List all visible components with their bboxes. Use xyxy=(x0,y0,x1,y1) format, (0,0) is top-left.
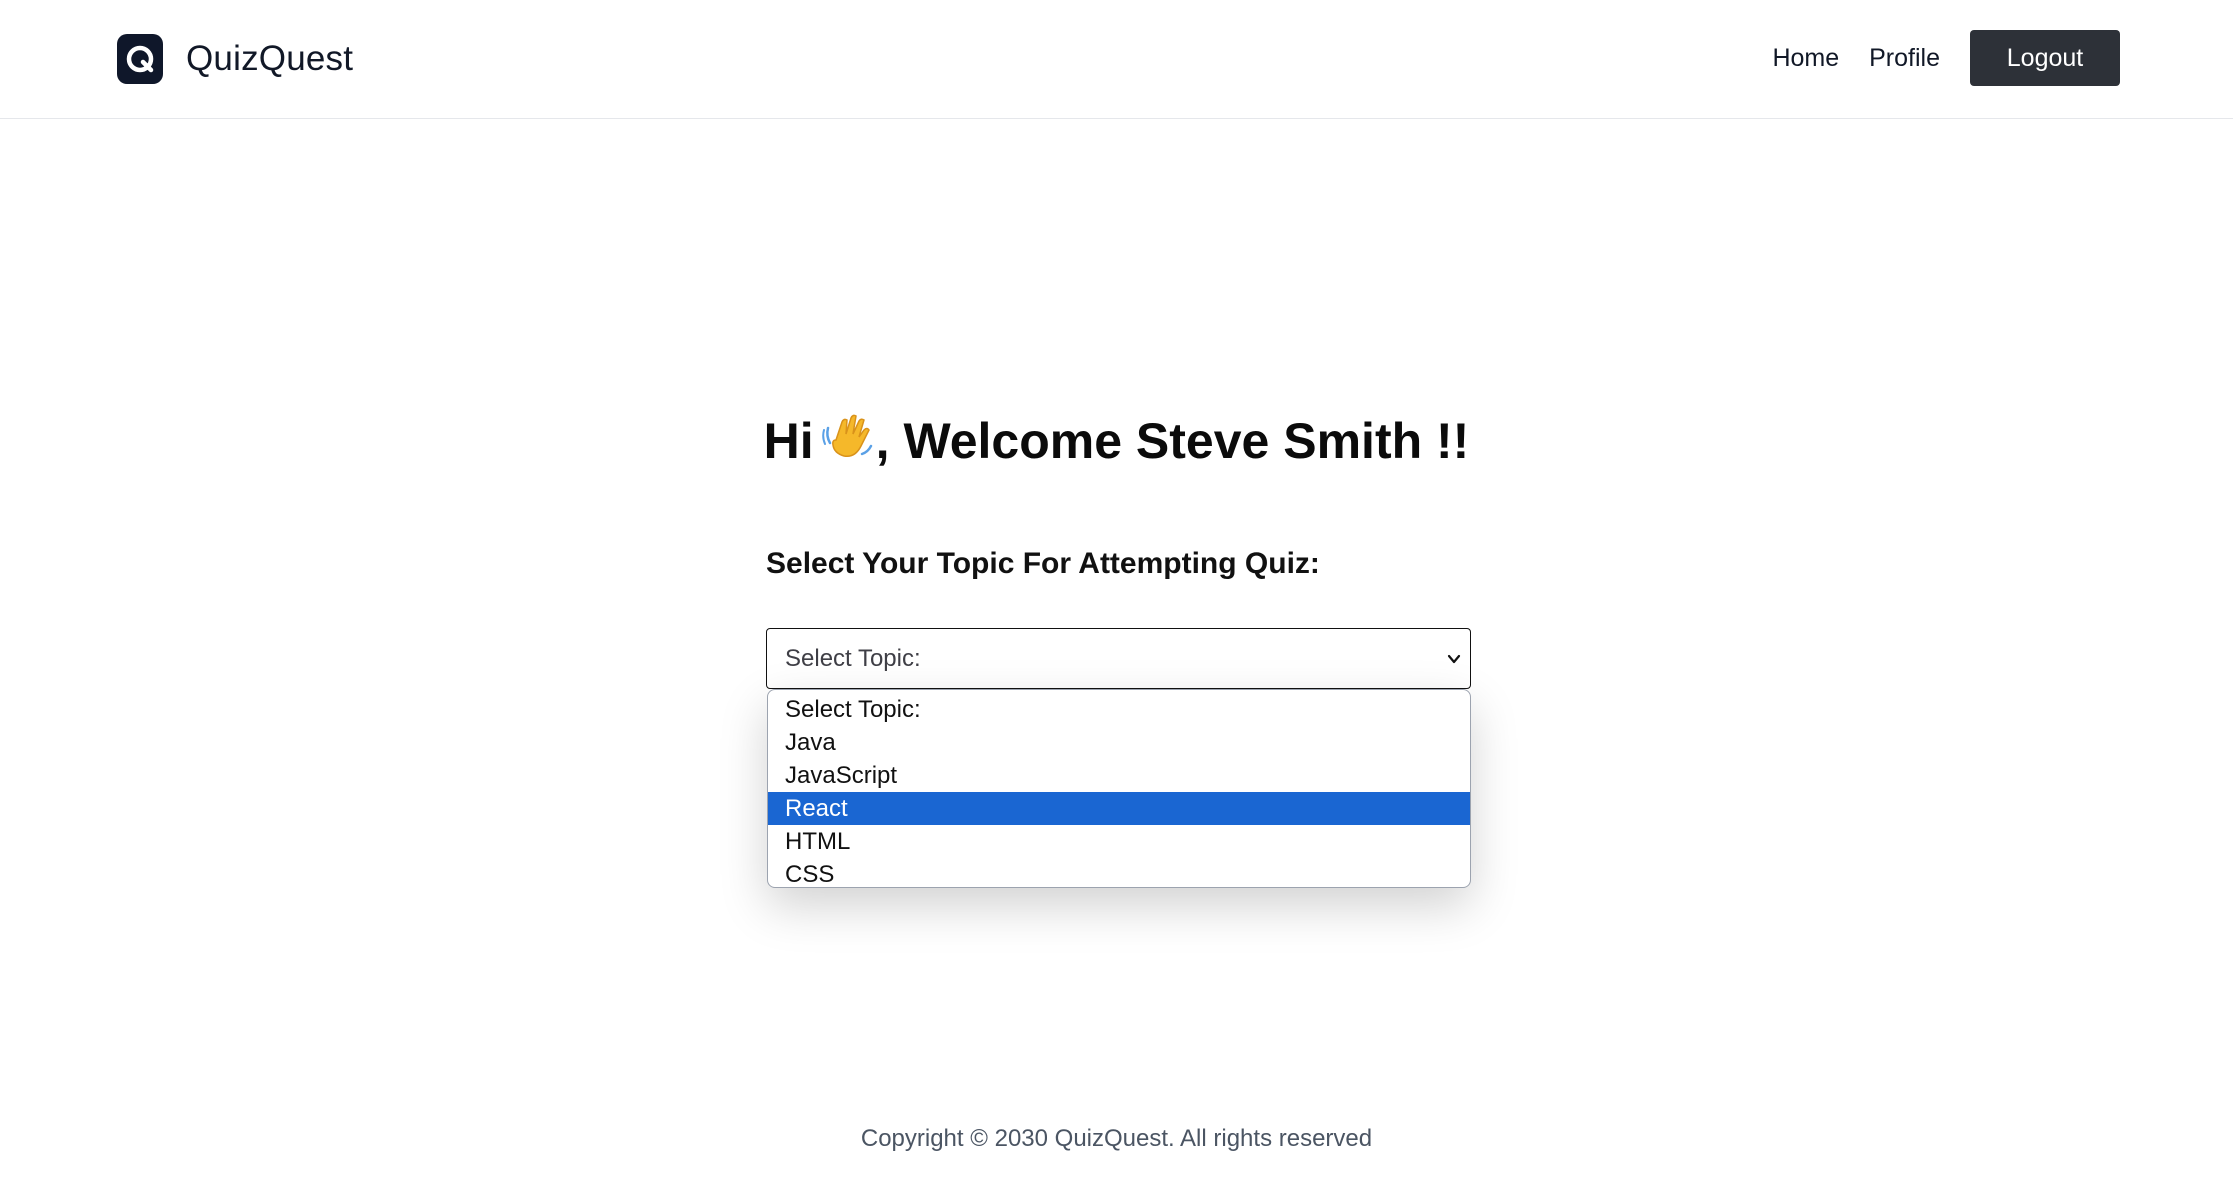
option-css[interactable]: CSS xyxy=(768,858,1470,887)
option-react[interactable]: React xyxy=(768,792,1470,825)
top-navbar: QuizQuest Home Profile Logout xyxy=(0,0,2233,119)
brand[interactable]: QuizQuest xyxy=(117,33,353,85)
option-java[interactable]: Java xyxy=(768,726,1470,759)
waving-hand-icon xyxy=(821,410,874,474)
nav-links: Home Profile Logout xyxy=(1772,30,2120,86)
nav-home-link[interactable]: Home xyxy=(1772,44,1839,73)
greeting-suffix: , Welcome Steve Smith !! xyxy=(875,413,1470,469)
greeting-prefix: Hi xyxy=(763,413,814,469)
option-select-topic[interactable]: Select Topic: xyxy=(768,693,1470,726)
option-html[interactable]: HTML xyxy=(768,825,1470,858)
logout-button[interactable]: Logout xyxy=(1970,30,2120,86)
brand-name: QuizQuest xyxy=(186,39,354,78)
chevron-down-icon xyxy=(1446,651,1462,672)
topic-select-label: Select Your Topic For Attempting Quiz: xyxy=(766,547,1320,580)
topic-select-value: Select Topic: xyxy=(785,645,921,672)
q-logo-icon xyxy=(117,34,163,84)
welcome-heading: Hi , Welcome Steve Smith !! xyxy=(0,410,2233,474)
footer-copyright: Copyright © 2030 QuizQuest. All rights r… xyxy=(860,1125,1373,1152)
topic-select[interactable]: Select Topic: xyxy=(766,628,1471,689)
option-javascript[interactable]: JavaScript xyxy=(768,759,1470,792)
topic-dropdown-list: Select Topic: Java JavaScript React HTML… xyxy=(767,689,1471,888)
nav-profile-link[interactable]: Profile xyxy=(1869,44,1940,73)
